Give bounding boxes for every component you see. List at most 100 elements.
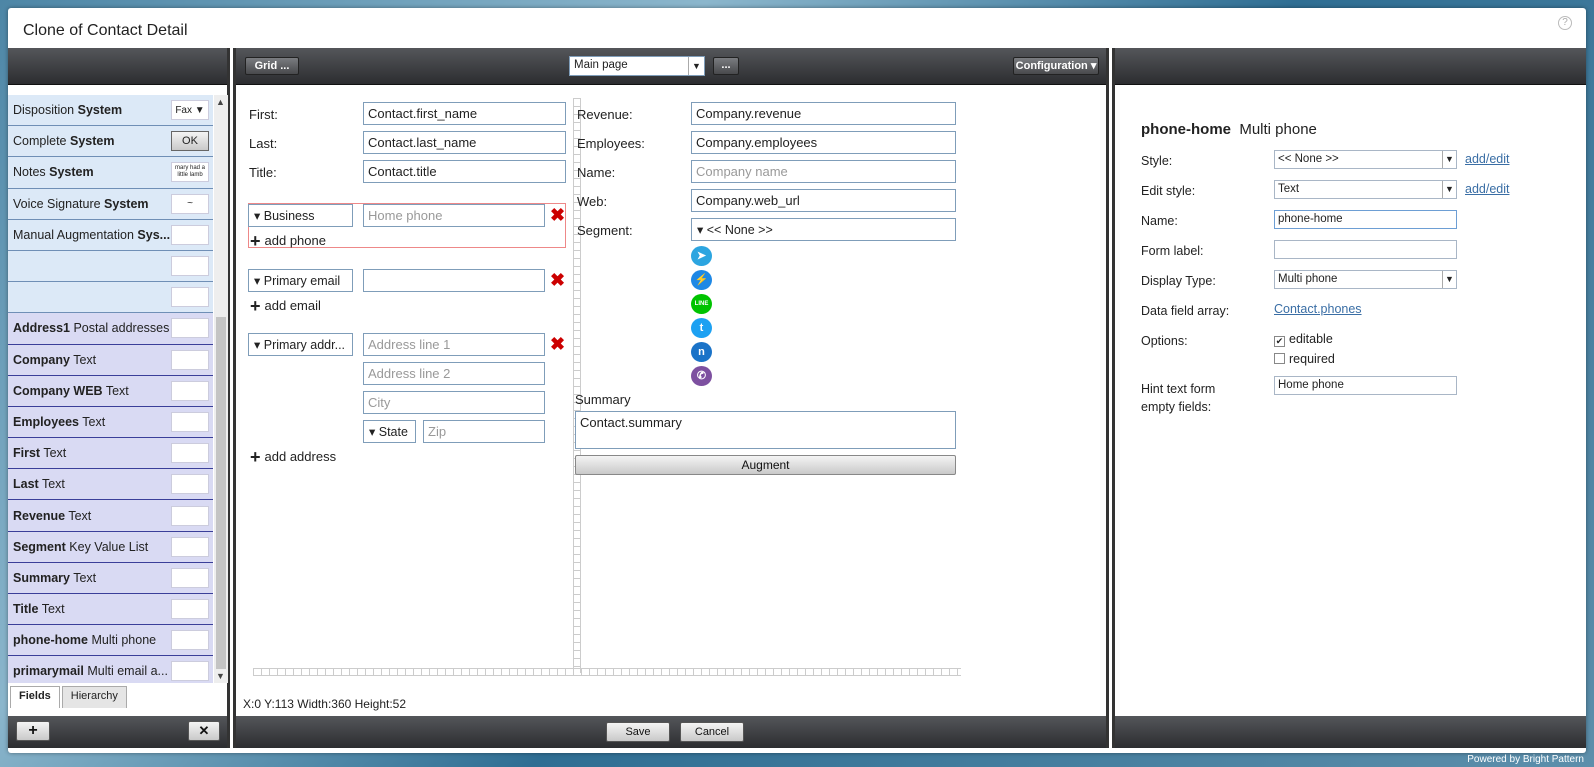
display-type-select[interactable]: Multi phone ▼ bbox=[1274, 270, 1457, 289]
form-label-input[interactable] bbox=[1274, 240, 1457, 259]
field-list-item[interactable] bbox=[8, 250, 213, 283]
add-address-label: add address bbox=[264, 449, 337, 464]
field-preview bbox=[171, 474, 209, 495]
field-list-item[interactable]: Title Text bbox=[8, 594, 213, 626]
editable-checkbox[interactable]: ✔ bbox=[1274, 336, 1285, 347]
cancel-button[interactable]: Cancel bbox=[680, 722, 744, 742]
field-list-item[interactable]: Address1 Postal addresses bbox=[8, 313, 213, 345]
left-toolbar bbox=[8, 48, 227, 85]
field-list-item[interactable]: First Text bbox=[8, 438, 213, 470]
field-name: Title bbox=[13, 602, 39, 617]
field-list-item[interactable]: Employees Text bbox=[8, 406, 213, 439]
chevron-down-icon: ▼ bbox=[688, 57, 704, 75]
employees-field[interactable]: Company.employees bbox=[691, 131, 956, 154]
field-list-item[interactable]: Company Text bbox=[8, 344, 213, 376]
field-preview bbox=[171, 318, 209, 339]
line-icon[interactable]: LINE bbox=[691, 294, 712, 314]
nextiva-icon[interactable]: n bbox=[691, 342, 712, 362]
last-name-field[interactable]: Contact.last_name bbox=[363, 131, 566, 154]
remove-phone-icon[interactable]: ✖ bbox=[550, 206, 565, 224]
edit-style-select[interactable]: Text ▼ bbox=[1274, 180, 1457, 199]
remove-email-icon[interactable]: ✖ bbox=[550, 271, 565, 289]
horizontal-grid-ruler bbox=[253, 668, 961, 676]
field-preview bbox=[171, 411, 209, 432]
fields-panel: Disposition System Fax ▼ Complete System OK… bbox=[8, 48, 230, 748]
tab-fields[interactable]: Fields bbox=[10, 686, 60, 708]
required-option[interactable]: required bbox=[1274, 352, 1335, 366]
first-name-field[interactable]: Contact.first_name bbox=[363, 102, 566, 125]
name-input[interactable]: phone-home bbox=[1274, 210, 1457, 229]
help-icon[interactable]: ? bbox=[1558, 16, 1572, 30]
save-button[interactable]: Save bbox=[606, 722, 670, 742]
remove-address-icon[interactable]: ✖ bbox=[550, 335, 565, 353]
options-label: Options: bbox=[1141, 334, 1188, 348]
summary-label: Summary bbox=[575, 392, 631, 407]
augment-button[interactable]: Augment bbox=[575, 455, 956, 475]
email-input[interactable] bbox=[363, 269, 545, 292]
field-name: Company bbox=[13, 352, 70, 367]
phone-type-select[interactable]: ▾ Business bbox=[248, 204, 353, 227]
field-list-item[interactable]: Revenue Text bbox=[8, 500, 213, 532]
field-list-item[interactable]: Summary Text bbox=[8, 562, 213, 594]
grid-button[interactable]: Grid ... bbox=[245, 57, 299, 75]
style-add-edit-link[interactable]: add/edit bbox=[1465, 152, 1509, 166]
field-list-item[interactable]: Voice Signature System ~ bbox=[8, 188, 213, 220]
state-select[interactable]: ▾ State bbox=[363, 420, 416, 443]
field-name: Manual Augmentation bbox=[13, 227, 134, 242]
add-phone-link[interactable]: + add phone bbox=[250, 232, 326, 250]
address-type-select[interactable]: ▾ Primary addr... bbox=[248, 333, 353, 356]
edit-style-add-edit-link[interactable]: add/edit bbox=[1465, 182, 1509, 196]
zip-input[interactable]: Zip bbox=[423, 420, 545, 443]
address-line2-input[interactable]: Address line 2 bbox=[363, 362, 545, 385]
field-list-item[interactable]: Notes System mary had a little lamb bbox=[8, 157, 213, 189]
tab-hierarchy[interactable]: Hierarchy bbox=[61, 686, 127, 708]
twitter-icon[interactable]: t bbox=[691, 318, 712, 338]
add-address-link[interactable]: + add address bbox=[250, 448, 337, 466]
style-select[interactable]: << None >> ▼ bbox=[1274, 150, 1457, 169]
scroll-down-icon[interactable]: ▼ bbox=[216, 671, 225, 681]
page-more-button[interactable]: ... bbox=[713, 57, 739, 75]
field-list-scrollbar[interactable]: ▲ ▼ bbox=[214, 95, 228, 683]
field-list-item[interactable]: Complete System OK bbox=[8, 126, 213, 158]
field-preview bbox=[171, 380, 209, 401]
field-list-item[interactable]: Last Text bbox=[8, 469, 213, 501]
email-type-select[interactable]: ▾ Primary email bbox=[248, 269, 353, 292]
revenue-field[interactable]: Company.revenue bbox=[691, 102, 956, 125]
add-field-button[interactable]: + bbox=[16, 721, 50, 741]
field-list-item[interactable]: Disposition System Fax ▼ bbox=[8, 95, 213, 127]
field-list-item[interactable]: Manual Augmentation Sys... bbox=[8, 219, 213, 251]
left-tabs: Fields Hierarchy bbox=[8, 686, 127, 708]
field-list-item[interactable]: Company WEB Text bbox=[8, 375, 213, 407]
remove-field-button[interactable]: ✕ bbox=[188, 721, 220, 741]
web-field[interactable]: Company.web_url bbox=[691, 189, 956, 212]
segment-select[interactable]: ▾ << None >> bbox=[691, 218, 956, 241]
display-type-label: Display Type: bbox=[1141, 274, 1216, 288]
data-field-link[interactable]: Contact.phones bbox=[1274, 302, 1362, 316]
field-list-item-label: Revenue Text bbox=[13, 509, 171, 523]
field-list-item[interactable]: phone-home Multi phone bbox=[8, 625, 213, 657]
add-email-link[interactable]: + add email bbox=[250, 297, 321, 315]
field-list-item[interactable]: primarymail Multi email a... bbox=[8, 656, 213, 683]
scroll-thumb[interactable] bbox=[216, 317, 226, 669]
field-list-item[interactable] bbox=[8, 282, 213, 314]
scroll-up-icon[interactable]: ▲ bbox=[216, 97, 225, 107]
required-checkbox[interactable] bbox=[1274, 353, 1285, 364]
city-input[interactable]: City bbox=[363, 391, 545, 414]
configuration-button[interactable]: Configuration ▾ bbox=[1013, 57, 1099, 75]
home-phone-input[interactable]: Home phone bbox=[363, 204, 545, 227]
title-field[interactable]: Contact.title bbox=[363, 160, 566, 183]
messenger-icon[interactable]: ⚡ bbox=[691, 270, 712, 290]
field-list-item-label: Complete System bbox=[13, 134, 171, 148]
hint-text-input[interactable]: Home phone bbox=[1274, 376, 1457, 395]
editable-option[interactable]: ✔ editable bbox=[1274, 332, 1333, 347]
company-name-field[interactable]: Company name bbox=[691, 160, 956, 183]
field-list-item-label: Voice Signature System bbox=[13, 197, 171, 211]
page-select[interactable]: Main page ▼ bbox=[569, 56, 705, 76]
position-status: X:0 Y:113 Width:360 Height:52 bbox=[243, 697, 407, 711]
viber-icon[interactable]: ✆ bbox=[691, 366, 712, 386]
field-list-item[interactable]: Segment Key Value List bbox=[8, 531, 213, 563]
summary-field[interactable]: Contact.summary bbox=[575, 411, 956, 449]
style-value: << None >> bbox=[1278, 153, 1339, 165]
address-line1-input[interactable]: Address line 1 bbox=[363, 333, 545, 356]
telegram-icon[interactable]: ➤ bbox=[691, 246, 712, 266]
